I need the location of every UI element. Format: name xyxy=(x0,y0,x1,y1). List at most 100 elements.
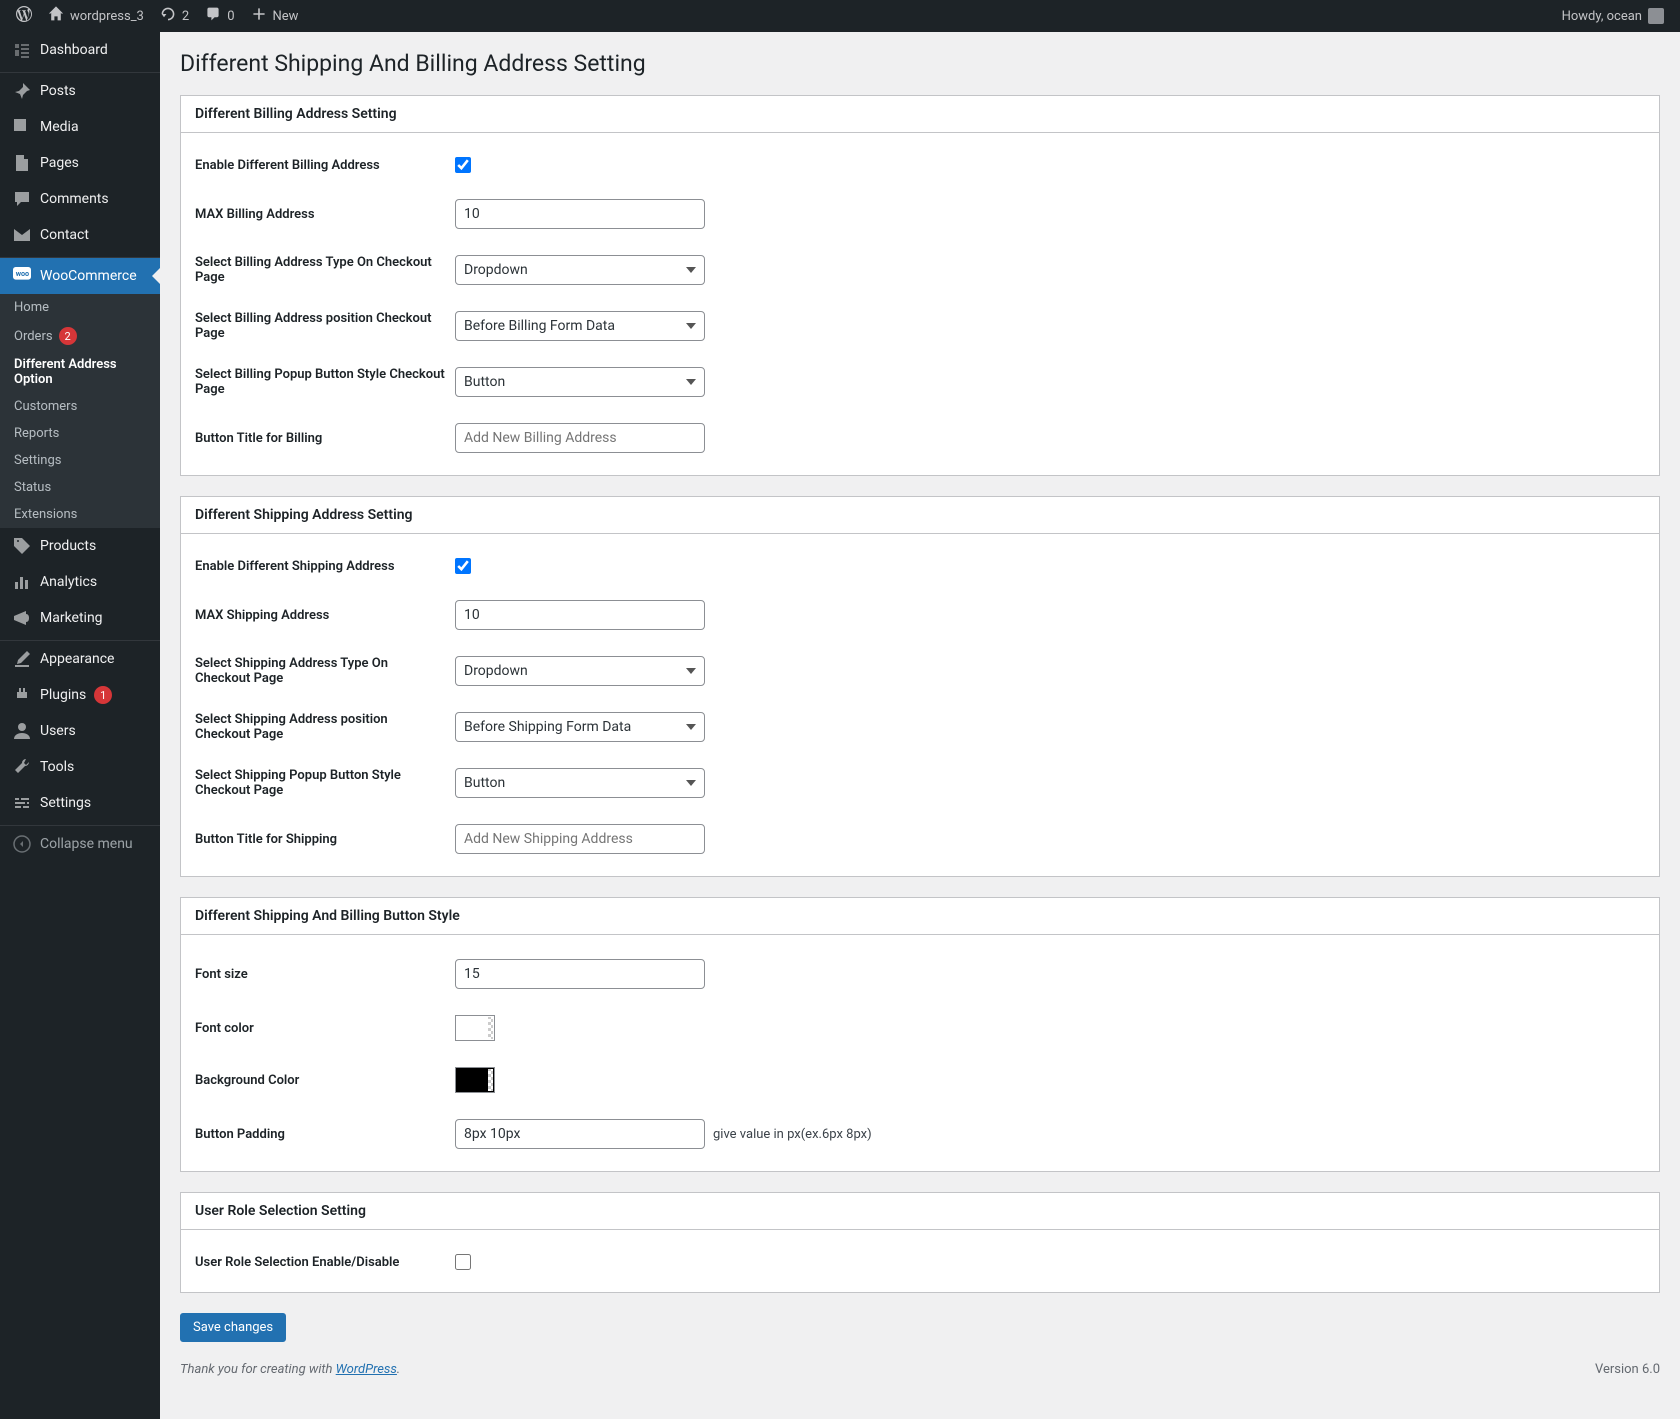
sidebar-item-label: Users xyxy=(40,723,76,739)
megaphone-icon xyxy=(12,608,32,628)
sidebar-item-label: Media xyxy=(40,119,79,135)
brush-icon xyxy=(12,649,32,669)
comments-count: 0 xyxy=(227,9,234,24)
submenu-item-home[interactable]: Home xyxy=(0,294,160,321)
svg-text:woo: woo xyxy=(16,269,29,278)
enable-shipping-checkbox[interactable] xyxy=(455,558,471,574)
wp-logo[interactable] xyxy=(8,0,40,32)
role-enable-checkbox[interactable] xyxy=(455,1254,471,1270)
max-shipping-label: MAX Shipping Address xyxy=(195,608,455,623)
enable-shipping-label: Enable Different Shipping Address xyxy=(195,559,455,574)
content-area: Different Shipping And Billing Address S… xyxy=(160,32,1680,1417)
avatar xyxy=(1648,8,1664,24)
submenu-item-extensions[interactable]: Extensions xyxy=(0,501,160,528)
shipping-button-title-input[interactable] xyxy=(455,824,705,854)
sidebar-item-settings[interactable]: Settings xyxy=(0,785,160,821)
collapse-menu[interactable]: Collapse menu xyxy=(0,826,160,862)
plug-icon xyxy=(12,685,32,705)
bg-color-label: Background Color xyxy=(195,1073,455,1088)
wordpress-link[interactable]: WordPress xyxy=(336,1362,397,1377)
plus-icon xyxy=(251,6,267,26)
shipping-type-select[interactable]: Dropdown xyxy=(455,656,705,686)
sidebar-item-tools[interactable]: Tools xyxy=(0,749,160,785)
sidebar-item-label: Posts xyxy=(40,83,76,99)
submenu-item-settings[interactable]: Settings xyxy=(0,447,160,474)
sidebar-item-media[interactable]: Media xyxy=(0,109,160,145)
sidebar-item-label: Analytics xyxy=(40,574,97,590)
collapse-icon xyxy=(12,834,32,854)
max-billing-input[interactable] xyxy=(455,199,705,229)
woocommerce-icon: woo xyxy=(12,266,32,286)
save-button[interactable]: Save changes xyxy=(180,1313,286,1342)
submenu-item-orders[interactable]: Orders2 xyxy=(0,321,160,351)
dashboard-icon xyxy=(12,40,32,60)
font-size-input[interactable] xyxy=(455,959,705,989)
submenu-item-customers[interactable]: Customers xyxy=(0,393,160,420)
shipping-position-select[interactable]: Before Shipping Form Data xyxy=(455,712,705,742)
panel-title: Different Shipping Address Setting xyxy=(181,497,1659,534)
user-menu[interactable]: Howdy, ocean xyxy=(1554,0,1672,32)
sidebar-item-label: Contact xyxy=(40,227,89,243)
padding-label: Button Padding xyxy=(195,1127,455,1142)
sidebar-item-label: WooCommerce xyxy=(40,268,137,284)
page-title: Different Shipping And Billing Address S… xyxy=(180,50,1660,77)
sidebar-item-woocommerce[interactable]: woo WooCommerce xyxy=(0,258,160,294)
comments-icon xyxy=(12,189,32,209)
collapse-label: Collapse menu xyxy=(40,836,133,852)
billing-type-label: Select Billing Address Type On Checkout … xyxy=(195,255,455,285)
billing-button-title-label: Button Title for Billing xyxy=(195,431,455,446)
new-content-link[interactable]: New xyxy=(243,0,307,32)
sidebar-item-label: Pages xyxy=(40,155,79,171)
sidebar-item-appearance[interactable]: Appearance xyxy=(0,641,160,677)
billing-type-select[interactable]: Dropdown xyxy=(455,255,705,285)
sidebar-item-contact[interactable]: Contact xyxy=(0,217,160,253)
user-role-panel: User Role Selection Setting User Role Se… xyxy=(180,1192,1660,1293)
site-name-link[interactable]: wordpress_3 xyxy=(40,0,152,32)
font-color-label: Font color xyxy=(195,1021,455,1036)
billing-popup-select[interactable]: Button xyxy=(455,367,705,397)
billing-popup-label: Select Billing Popup Button Style Checko… xyxy=(195,367,455,397)
orders-badge: 2 xyxy=(59,327,77,345)
sidebar-item-pages[interactable]: Pages xyxy=(0,145,160,181)
shipping-settings-panel: Different Shipping Address Setting Enabl… xyxy=(180,496,1660,877)
sidebar-item-label: Dashboard xyxy=(40,42,108,58)
sidebar-item-dashboard[interactable]: Dashboard xyxy=(0,32,160,68)
panel-title: Different Billing Address Setting xyxy=(181,96,1659,133)
billing-button-title-input[interactable] xyxy=(455,423,705,453)
user-icon xyxy=(12,721,32,741)
billing-position-select[interactable]: Before Billing Form Data xyxy=(455,311,705,341)
howdy-text: Howdy, ocean xyxy=(1562,9,1642,24)
role-enable-label: User Role Selection Enable/Disable xyxy=(195,1255,455,1270)
submenu-item-different-address[interactable]: Different Address Option xyxy=(0,351,160,393)
update-icon xyxy=(160,6,176,26)
plugins-badge: 1 xyxy=(94,686,112,704)
font-color-picker[interactable] xyxy=(455,1015,495,1041)
submenu-item-status[interactable]: Status xyxy=(0,474,160,501)
sidebar-item-label: Tools xyxy=(40,759,74,775)
font-size-label: Font size xyxy=(195,967,455,982)
sliders-icon xyxy=(12,793,32,813)
admin-bar: wordpress_3 2 0 New Howdy, ocean xyxy=(0,0,1680,32)
panel-title: User Role Selection Setting xyxy=(181,1193,1659,1230)
max-shipping-input[interactable] xyxy=(455,600,705,630)
new-label: New xyxy=(273,9,299,24)
sidebar-item-comments[interactable]: Comments xyxy=(0,181,160,217)
media-icon xyxy=(12,117,32,137)
submenu-item-reports[interactable]: Reports xyxy=(0,420,160,447)
sidebar-item-analytics[interactable]: Analytics xyxy=(0,564,160,600)
updates-link[interactable]: 2 xyxy=(152,0,197,32)
comments-link[interactable]: 0 xyxy=(197,0,242,32)
updates-count: 2 xyxy=(182,9,189,24)
shipping-button-title-label: Button Title for Shipping xyxy=(195,832,455,847)
padding-input[interactable] xyxy=(455,1119,705,1149)
enable-billing-checkbox[interactable] xyxy=(455,157,471,173)
enable-billing-label: Enable Different Billing Address xyxy=(195,158,455,173)
sidebar-item-posts[interactable]: Posts xyxy=(0,73,160,109)
sidebar-item-label: Plugins xyxy=(40,687,86,703)
shipping-popup-select[interactable]: Button xyxy=(455,768,705,798)
sidebar-item-marketing[interactable]: Marketing xyxy=(0,600,160,636)
bg-color-picker[interactable] xyxy=(455,1067,495,1093)
sidebar-item-plugins[interactable]: Plugins 1 xyxy=(0,677,160,713)
sidebar-item-products[interactable]: Products xyxy=(0,528,160,564)
sidebar-item-users[interactable]: Users xyxy=(0,713,160,749)
